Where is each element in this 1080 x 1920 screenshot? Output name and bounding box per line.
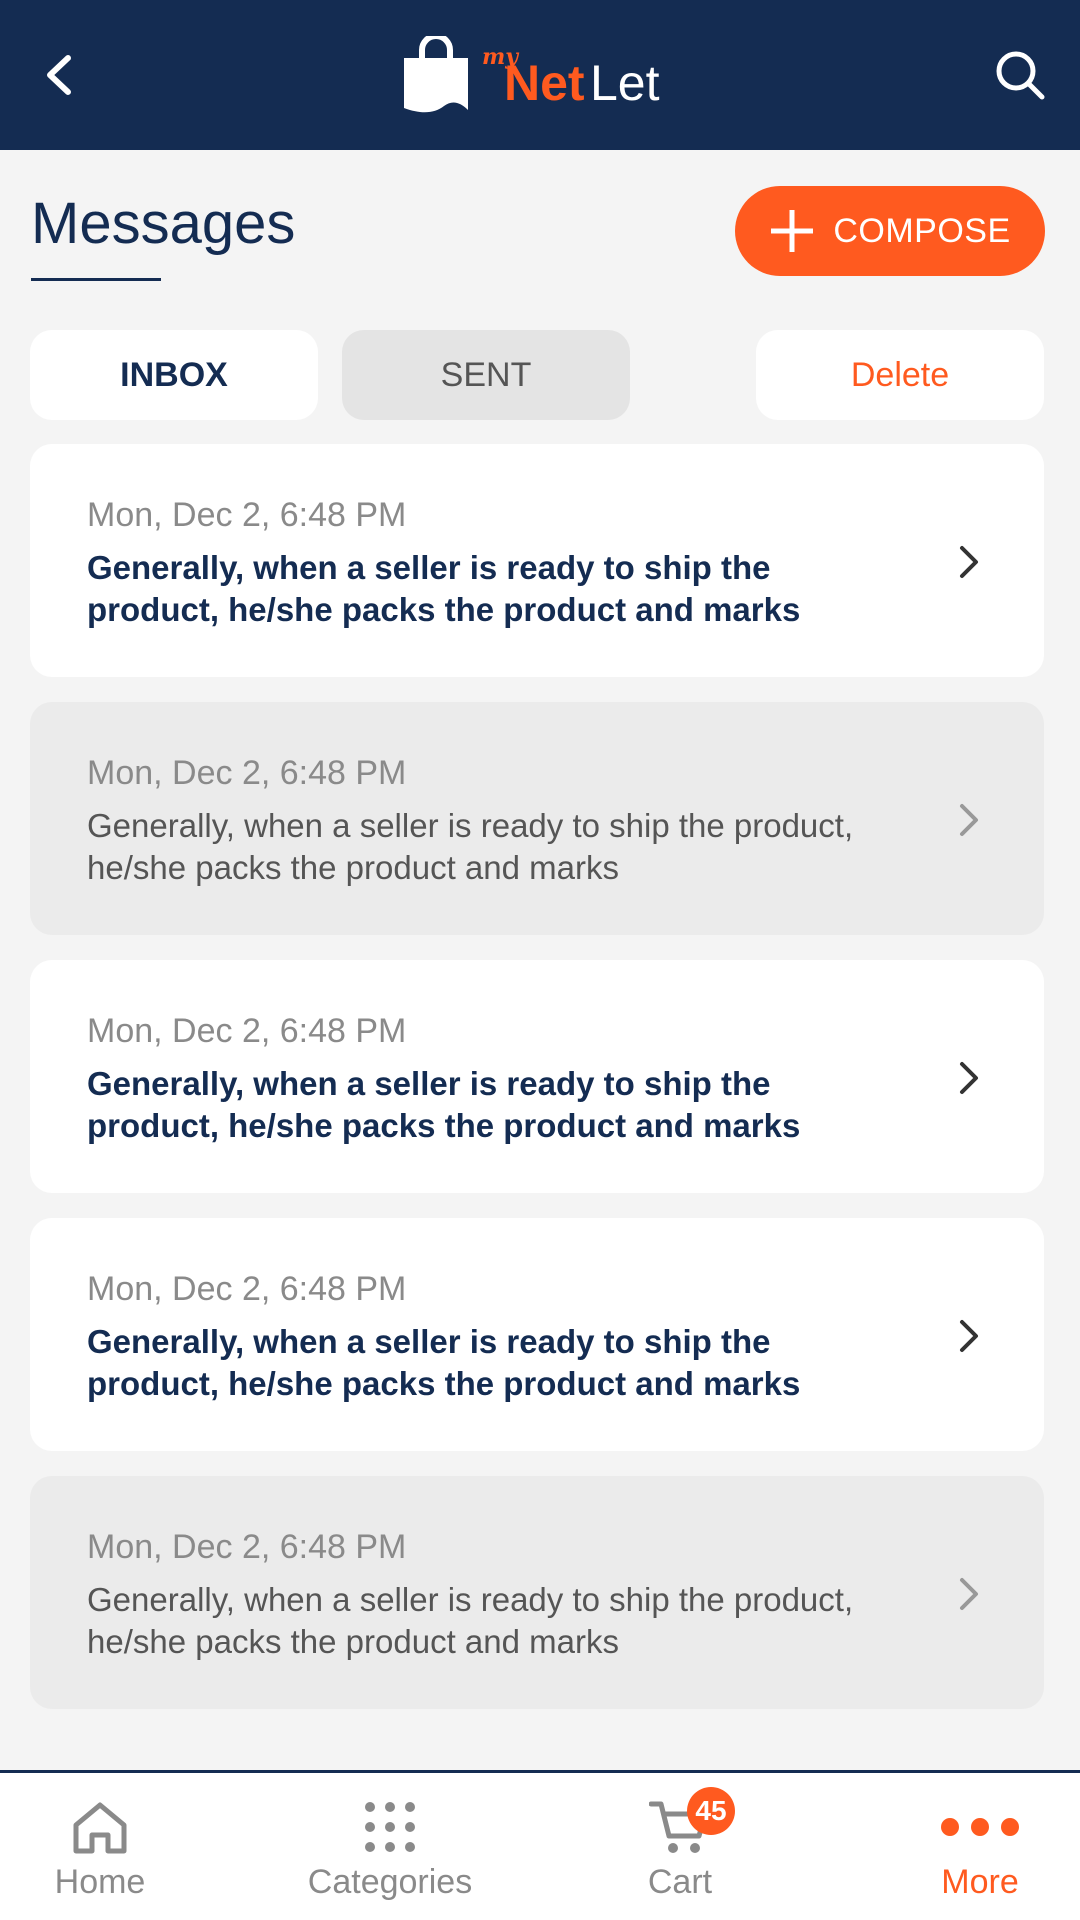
grid-dots-icon	[365, 1802, 415, 1852]
message-date: Mon, Dec 2, 6:48 PM	[87, 1270, 407, 1308]
nav-more-label: More	[941, 1863, 1019, 1901]
chevron-right-icon	[960, 1578, 978, 1610]
more-dots-icon	[941, 1818, 1019, 1836]
page-title: Messages	[31, 191, 296, 256]
message-item[interactable]: Mon, Dec 2, 6:48 PM Generally, when a se…	[30, 702, 1044, 935]
nav-cart[interactable]: 45 Cart	[620, 1773, 740, 1920]
tab-sent[interactable]: SENT	[342, 330, 630, 420]
chevron-right-icon	[960, 546, 978, 578]
message-item[interactable]: Mon, Dec 2, 6:48 PM Generally, when a se…	[30, 1218, 1044, 1451]
message-item[interactable]: Mon, Dec 2, 6:48 PM Generally, when a se…	[30, 444, 1044, 677]
bottom-navigation: Home Categories 45 Cart More	[0, 1770, 1080, 1920]
chevron-left-icon	[47, 55, 71, 95]
message-date: Mon, Dec 2, 6:48 PM	[87, 754, 407, 792]
nav-categories-label: Categories	[307, 1863, 473, 1901]
nav-cart-label: Cart	[647, 1863, 713, 1901]
delete-button[interactable]: Delete	[756, 330, 1044, 420]
plus-icon	[769, 208, 815, 254]
message-preview: Generally, when a seller is ready to shi…	[87, 807, 854, 886]
chevron-right-icon	[960, 804, 978, 836]
nav-home-label: Home	[54, 1863, 146, 1901]
logo-let-text: Let	[590, 55, 660, 111]
nav-categories[interactable]: Categories	[290, 1773, 490, 1920]
search-icon	[996, 51, 1045, 100]
nav-home[interactable]: Home	[35, 1773, 165, 1920]
tab-inbox[interactable]: INBOX	[30, 330, 318, 420]
message-preview: Generally, when a seller is ready to shi…	[87, 1323, 801, 1402]
message-preview: Generally, when a seller is ready to shi…	[87, 1065, 801, 1144]
chevron-right-icon	[960, 1320, 978, 1352]
back-button[interactable]	[30, 45, 90, 105]
shopping-bag-icon	[404, 36, 468, 113]
message-item[interactable]: Mon, Dec 2, 6:48 PM Generally, when a se…	[30, 960, 1044, 1193]
message-item[interactable]: Mon, Dec 2, 6:48 PM Generally, when a se…	[30, 1476, 1044, 1709]
chevron-right-icon	[960, 1062, 978, 1094]
logo-net-text: Net	[504, 55, 585, 111]
app-header: my Net Let	[0, 0, 1080, 150]
message-preview: Generally, when a seller is ready to shi…	[87, 549, 801, 628]
nav-more[interactable]: More	[920, 1773, 1040, 1920]
message-date: Mon, Dec 2, 6:48 PM	[87, 1012, 407, 1050]
compose-label: COMPOSE	[833, 211, 1011, 250]
message-date: Mon, Dec 2, 6:48 PM	[87, 496, 407, 534]
compose-button[interactable]: COMPOSE	[735, 186, 1045, 276]
message-date: Mon, Dec 2, 6:48 PM	[87, 1528, 407, 1566]
app-logo: my Net Let	[400, 36, 690, 116]
message-preview: Generally, when a seller is ready to shi…	[87, 1581, 854, 1660]
search-button[interactable]	[990, 45, 1050, 105]
title-underline	[31, 278, 161, 281]
home-icon	[73, 1802, 127, 1854]
cart-count-badge: 45	[687, 1787, 735, 1835]
